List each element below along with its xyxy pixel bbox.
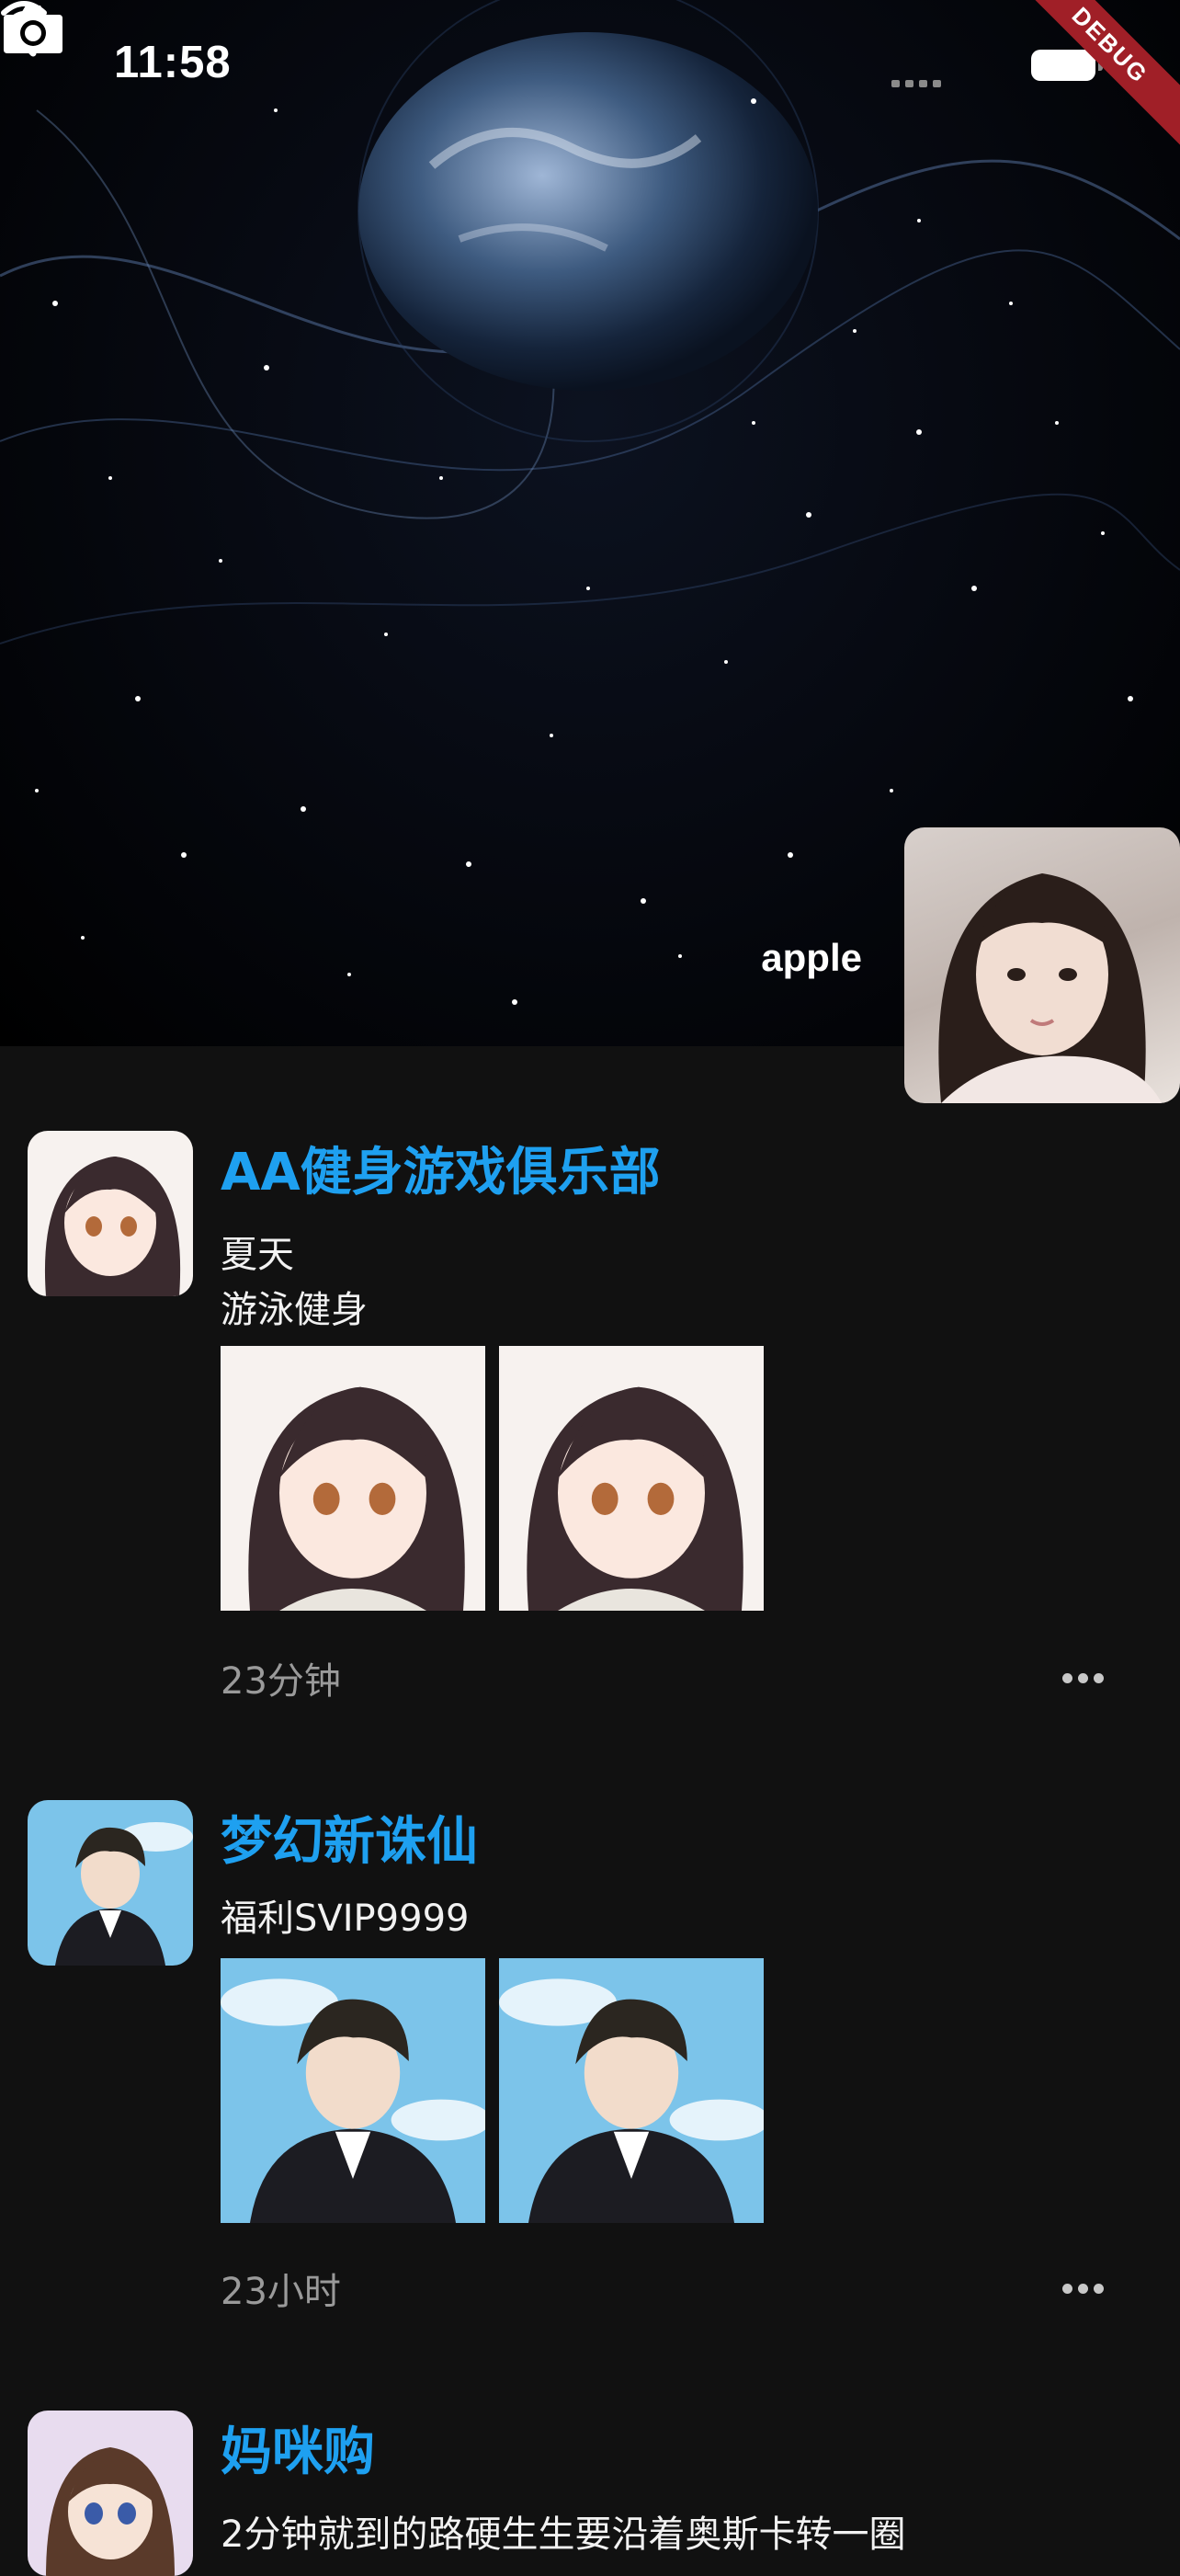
battery-icon <box>1031 50 1103 81</box>
post-image[interactable] <box>221 1346 485 1611</box>
profile-username: apple <box>761 936 862 979</box>
post-time: 23分钟 <box>221 1660 341 1703</box>
post-image[interactable] <box>221 1958 485 2223</box>
post-image[interactable] <box>499 1346 764 1611</box>
post-avatar[interactable] <box>28 1800 193 1966</box>
status-bar: 11:58 DEBUG <box>0 0 1180 152</box>
more-horizontal-icon[interactable] <box>1062 1670 1109 1687</box>
post-title[interactable]: 妈咪购 <box>221 2411 375 2485</box>
post-title[interactable]: 梦幻新诛仙 <box>221 1800 478 1875</box>
post-title[interactable]: AA健身游戏俱乐部 <box>221 1131 661 1205</box>
camera-button[interactable] <box>0 0 66 57</box>
post-avatar[interactable] <box>28 2411 193 2576</box>
post-text-line: 夏天 <box>221 1234 294 1276</box>
post-text-line: 福利SVIP9999 <box>221 1898 470 1940</box>
profile-avatar[interactable] <box>904 827 1180 1103</box>
post-text-line: 2分钟就到的路硬生生要沿着奥斯卡转一圈 <box>221 2513 906 2556</box>
post-text-line: 游泳健身 <box>221 1289 368 1331</box>
cellular-signal-icon <box>891 74 947 91</box>
post-avatar[interactable] <box>28 1131 193 1296</box>
more-horizontal-icon[interactable] <box>1062 2280 1109 2297</box>
post-time: 23小时 <box>221 2271 341 2313</box>
status-time: 11:58 <box>114 38 232 87</box>
post-image[interactable] <box>499 1958 764 2223</box>
